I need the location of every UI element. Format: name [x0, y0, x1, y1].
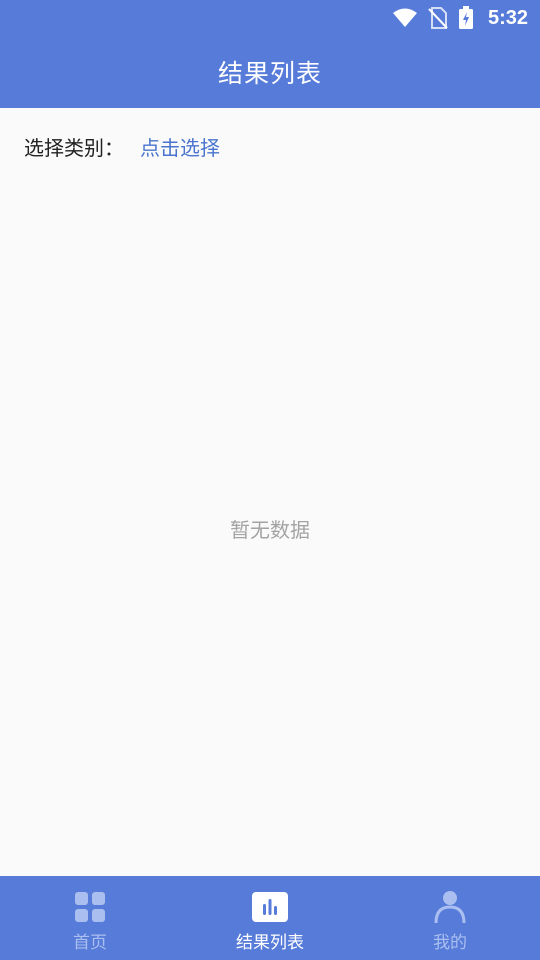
category-filter-label: 选择类别：: [24, 135, 124, 160]
category-select-link[interactable]: 点击选择: [140, 132, 220, 161]
home-grid-icon: [72, 890, 108, 924]
empty-state-text: 暂无数据: [230, 518, 310, 542]
content-area: 选择类别： 点击选择 暂无数据: [0, 108, 540, 876]
nav-item-mine-label: 我的: [433, 933, 467, 953]
wifi-icon: [392, 8, 418, 28]
category-filter: 选择类别： 点击选择: [24, 130, 220, 162]
nav-item-mine[interactable]: 我的: [360, 876, 540, 960]
bottom-nav: 首页 结果列表 我的: [0, 876, 540, 960]
page-title: 结果列表: [217, 59, 322, 88]
no-sim-icon: [428, 7, 448, 29]
battery-charging-icon: [458, 6, 474, 30]
nav-item-home-label: 首页: [73, 933, 107, 953]
person-icon: [432, 890, 468, 924]
nav-item-results[interactable]: 结果列表: [180, 876, 360, 960]
status-time: 5:32: [487, 6, 528, 29]
nav-item-home[interactable]: 首页: [0, 876, 180, 960]
nav-item-results-label: 结果列表: [236, 933, 304, 953]
status-bar: 5:32: [0, 0, 540, 36]
app-bar: 结果列表: [0, 36, 540, 108]
bar-chart-icon: [252, 890, 288, 924]
